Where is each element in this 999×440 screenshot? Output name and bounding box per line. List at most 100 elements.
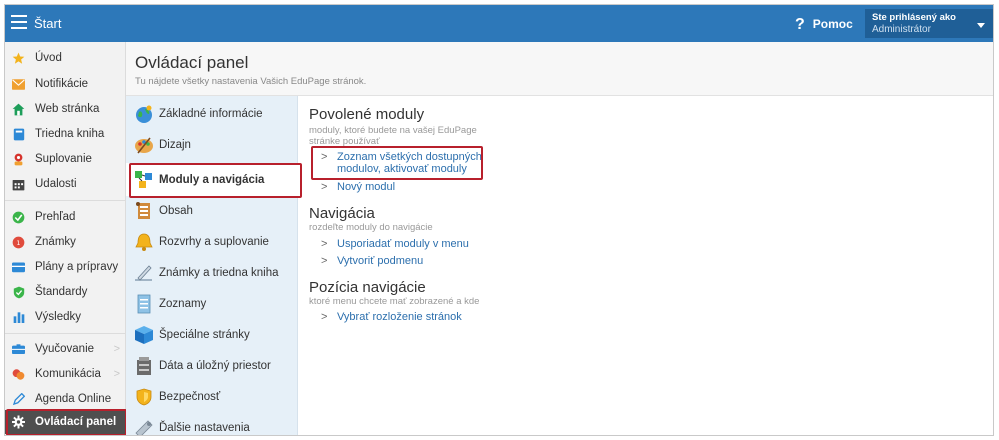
user-role: Administrátor [872, 24, 931, 35]
sidebar-item-udalosti[interactable]: Udalosti [5, 173, 126, 195]
top-bar: Štart ? Pomoc Ste prihlásený ako Administ… [5, 5, 993, 42]
sidebar-item-suplovanie[interactable]: Suplovanie [5, 148, 126, 170]
link-arrange-modules[interactable]: > Usporiadať moduly v menu [321, 238, 469, 250]
sidebar-item-label: Komunikácia [35, 368, 101, 380]
sidebar-item-label: Štandardy [35, 286, 88, 298]
sidebar-item-label: Výsledky [35, 311, 82, 323]
link-list-all-modules[interactable]: > Zoznam všetkých dostupných modulov, akt… [321, 151, 482, 175]
pencil-book-icon [134, 263, 154, 283]
sidebar-item-label: Agenda Online [35, 393, 112, 405]
link-text-line: modulov, aktivovať moduly [337, 163, 467, 175]
sidebar-item-standardy[interactable]: Štandardy [5, 281, 126, 303]
chevron-right-icon: > [321, 238, 328, 250]
user-menu[interactable]: Ste prihlásený ako Administrátor [865, 9, 993, 38]
category-label: Dáta a úložný priestor [159, 360, 271, 372]
sidebar-item-label: Plány a prípravy [35, 261, 119, 273]
category-rozvrhy-a-suplovanie[interactable]: Rozvrhy a suplovanie [126, 227, 298, 257]
category-dizajn[interactable]: Dizajn [126, 130, 298, 160]
category-label: Dizajn [159, 139, 191, 151]
calendar-icon [12, 178, 25, 191]
security-shield-icon [134, 387, 154, 407]
chevron-right-icon: > [321, 311, 328, 323]
category-obsah[interactable]: Obsah [126, 196, 298, 226]
user-logged-in-label: Ste prihlásený ako [872, 12, 956, 23]
sidebar-item-label: Prehľad [35, 211, 76, 223]
category-dalsie-nastavenia[interactable]: Ďalšie nastavenia [126, 413, 298, 435]
sidebar-item-ovladaci-panel[interactable]: Ovládací panel [5, 410, 126, 434]
category-specialne-stranky[interactable]: Špeciálne stránky [126, 320, 298, 350]
chat-icon [12, 368, 25, 381]
sidebar-item-label: Udalosti [35, 178, 77, 190]
category-label: Rozvrhy a suplovanie [159, 236, 269, 248]
category-label: Ďalšie nastavenia [159, 422, 250, 434]
sidebar-item-label: Známky [35, 236, 76, 248]
sidebar-item-komunikacia[interactable]: Komunikácia > [5, 363, 126, 385]
palette-icon [134, 135, 154, 155]
home-icon [12, 103, 25, 116]
book-icon [12, 128, 25, 141]
pen-icon [12, 392, 25, 406]
section-title-navigation: Navigácia [309, 205, 375, 222]
content-icon [134, 201, 154, 221]
category-moduly-a-navigacia[interactable]: Moduly a navigácia [126, 163, 298, 196]
sidebar-item-plany[interactable]: Plány a prípravy [5, 256, 126, 278]
cube-icon [134, 325, 154, 345]
category-znamky-a-triedna-kniha[interactable]: Známky a triedna kniha [126, 258, 298, 288]
sidebar-item-agenda-online[interactable]: Agenda Online [5, 388, 126, 410]
svg-text:1: 1 [16, 239, 20, 247]
globe-icon [134, 104, 154, 124]
settings-icon [134, 418, 154, 435]
chevron-right-icon: > [321, 151, 328, 163]
category-bezpecnost[interactable]: Bezpečnosť [126, 382, 298, 412]
category-label: Známky a triedna kniha [159, 267, 279, 279]
list-icon [134, 294, 154, 314]
link-text-line: Zoznam všetkých dostupných [337, 151, 482, 163]
sidebar-item-uvod[interactable]: Úvod [5, 47, 126, 69]
page-header: Ovládací panel Tu nájdete všetky nastave… [126, 42, 993, 96]
sidebar-item-label: Úvod [35, 52, 62, 64]
link-choose-layout[interactable]: > Vybrať rozloženie stránok [321, 311, 462, 323]
sidebar-item-label: Triedna kniha [35, 128, 105, 140]
storage-icon [134, 356, 154, 376]
hamburger-menu-icon[interactable] [11, 15, 27, 29]
section-title-position: Pozícia navigácie [309, 279, 426, 296]
star-icon [12, 52, 25, 65]
page-subtitle: Tu nájdete všetky nastavenia Vašich EduP… [135, 76, 367, 87]
section-desc-navigation: rozdeľte moduly do navigácie [309, 222, 433, 233]
check-icon [12, 211, 25, 224]
sidebar-item-znamky[interactable]: 1 Známky [5, 231, 126, 253]
category-zakladne-informacie[interactable]: Základné informácie [126, 99, 298, 129]
sidebar-item-web-stranka[interactable]: Web stránka [5, 98, 126, 120]
bar-chart-icon [12, 311, 25, 324]
sidebar: Úvod Notifikácie Web stránka Triedna kni… [5, 42, 127, 435]
teaching-icon [12, 343, 25, 356]
category-label: Moduly a navigácia [159, 173, 265, 186]
category-label: Špeciálne stránky [159, 329, 250, 341]
category-label: Bezpečnosť [159, 391, 221, 403]
link-text: Nový modul [337, 181, 396, 193]
category-data-a-ulozny-priestor[interactable]: Dáta a úložný priestor [126, 351, 298, 381]
sidebar-item-vyucovanie[interactable]: Vyučovanie > [5, 338, 126, 360]
sidebar-item-vysledky[interactable]: Výsledky [5, 306, 126, 328]
sidebar-item-notifikacie[interactable]: Notifikácie [5, 73, 126, 95]
sidebar-item-label: Vyučovanie [35, 343, 95, 355]
sidebar-item-triedna-kniha[interactable]: Triedna kniha [5, 123, 126, 145]
app-title[interactable]: Štart [34, 16, 61, 31]
help-button[interactable]: ? Pomoc [795, 15, 853, 33]
link-new-module[interactable]: > Nový modul [321, 181, 395, 193]
chevron-down-icon [977, 23, 985, 28]
envelope-icon [12, 78, 25, 91]
chevron-right-icon: > [321, 255, 328, 267]
link-text: Vytvoriť podmenu [337, 255, 424, 267]
question-mark-icon: ? [795, 16, 805, 33]
section-title-modules: Povolené moduly [309, 106, 425, 123]
category-zoznamy[interactable]: Zoznamy [126, 289, 298, 319]
category-label: Zoznamy [159, 298, 207, 310]
sidebar-item-prehlad[interactable]: Prehľad [5, 206, 126, 228]
link-create-submenu[interactable]: > Vytvoriť podmenu [321, 255, 423, 267]
chevron-right-icon: > [321, 181, 328, 193]
app-window: Štart ? Pomoc Ste prihlásený ako Administ… [4, 4, 994, 436]
link-text: Usporiadať moduly v menu [337, 238, 469, 250]
modules-icon [134, 170, 154, 190]
shield-check-icon [12, 286, 25, 299]
